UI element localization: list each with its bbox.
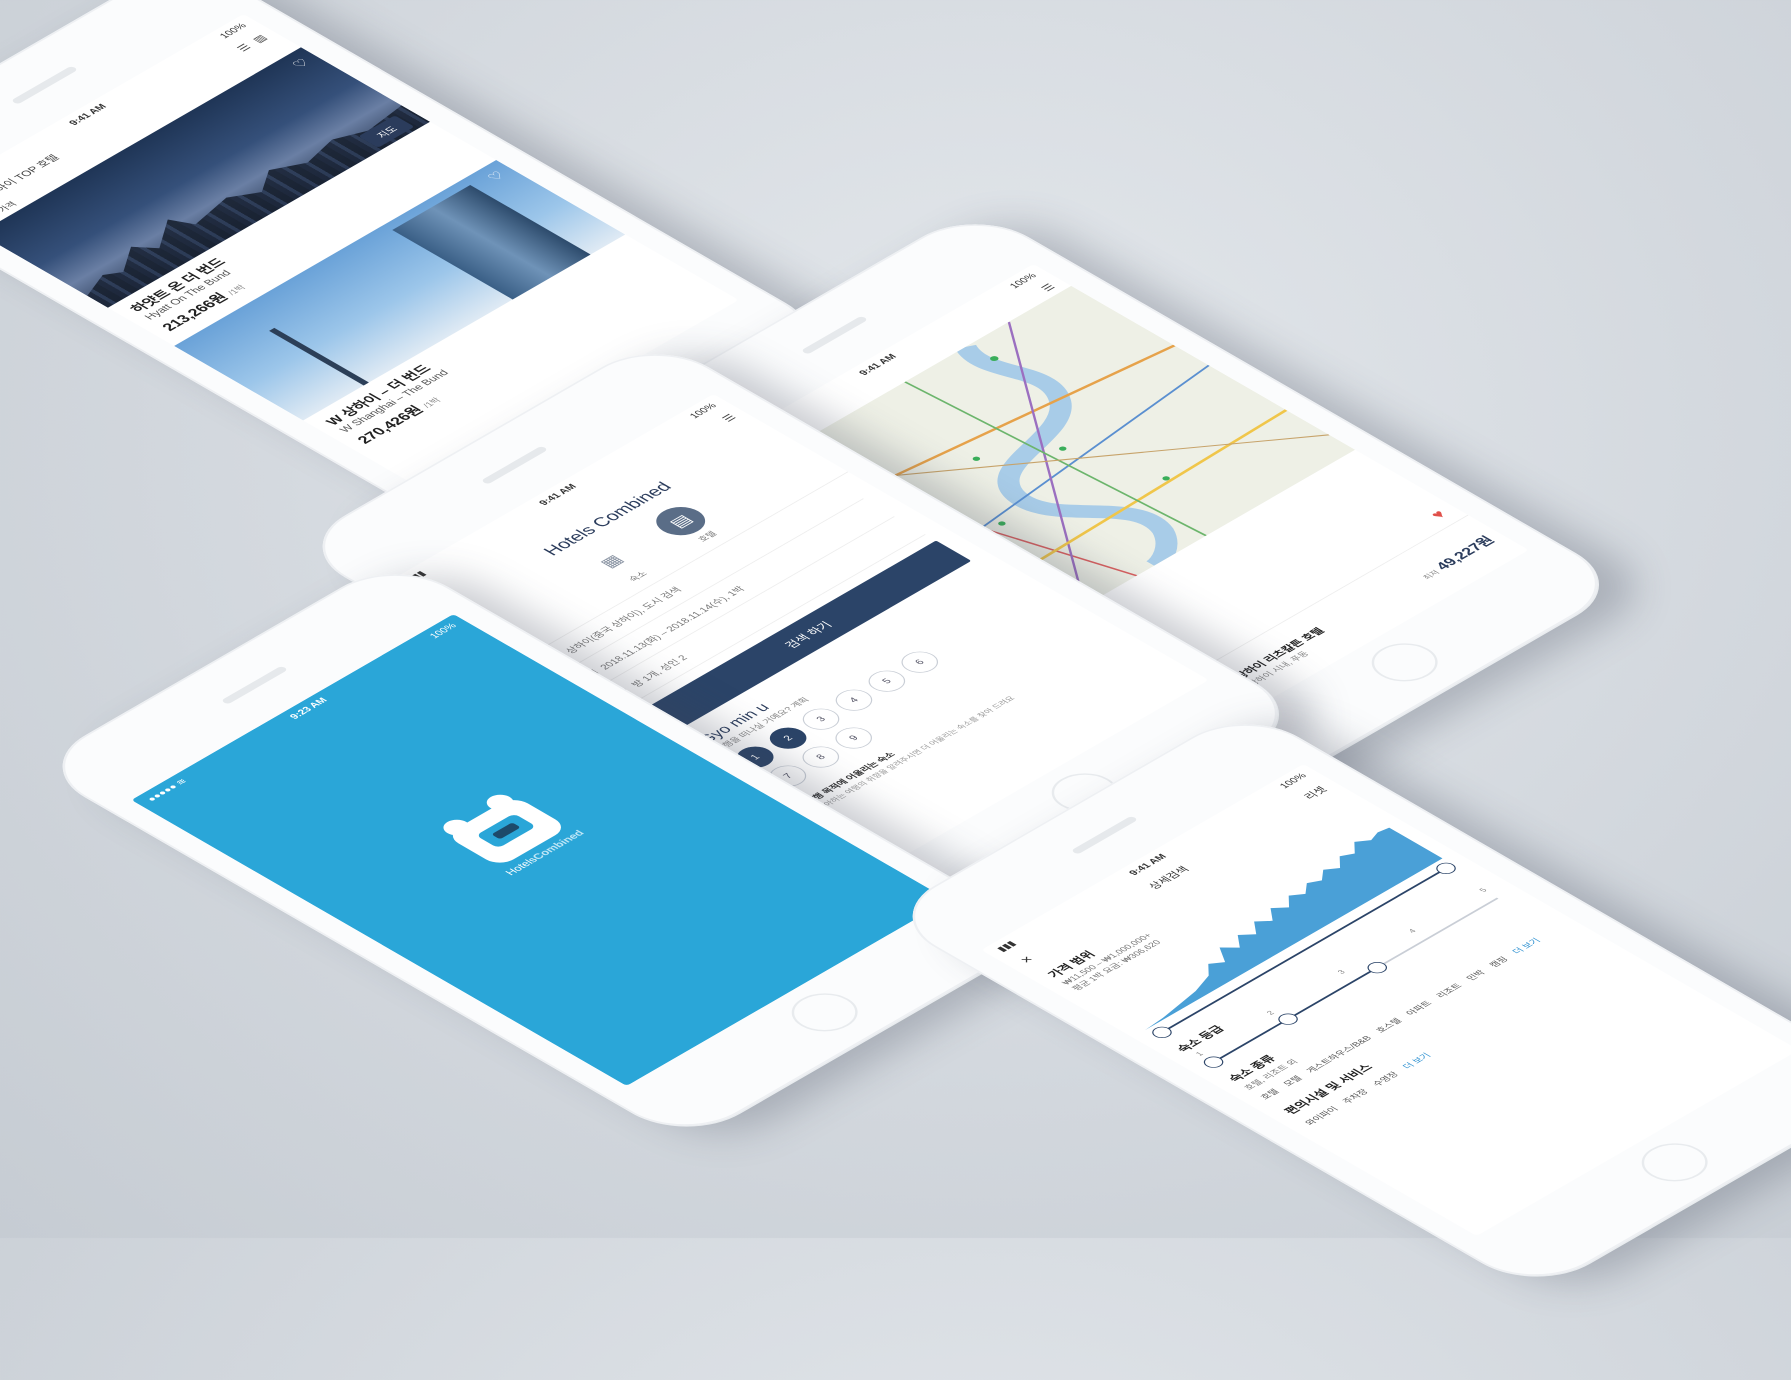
app-logo: HotelsCombined <box>443 794 587 877</box>
phone-filter: ▮▮▮ 9:41 AM 100% ✕ 상세검색 리셋 가격 범위 ₩11,500… <box>881 620 1791 1380</box>
carrier-indicator: ●●●●● ≋ <box>144 777 190 804</box>
phone-splash: ●●●●● ≋ 9:23 AM 100% HotelsCombined <box>31 470 1049 1230</box>
hotel-price: 최저 49,227원 <box>1420 533 1499 581</box>
step-number[interactable]: 6 <box>893 647 946 678</box>
amenity-chip[interactable]: 수영장 <box>1369 1069 1402 1088</box>
favorite-icon[interactable]: ♡ <box>288 56 313 71</box>
status-time: 9:23 AM <box>287 696 330 721</box>
status-bar: ●●●●● ≋ 9:23 AM 100% <box>131 614 472 811</box>
filter-icon[interactable]: ☰ <box>234 42 254 53</box>
bear-logo-icon <box>445 795 570 868</box>
type-chip[interactable]: 모텔 <box>1280 1073 1306 1088</box>
speaker <box>220 665 289 705</box>
speaker <box>10 65 79 105</box>
mockup-stage: ▮▮▮ 9:41 AM 100% ← ⌕ 상하이 TOP 호텔 ☰ ▥ 추천 가… <box>0 0 1791 1294</box>
home-button[interactable] <box>1628 1135 1722 1190</box>
map-view-icon[interactable]: ▥ <box>249 33 269 44</box>
step-number[interactable]: 2 <box>762 723 815 754</box>
speaker <box>1070 815 1139 855</box>
type-chip[interactable]: 캠핑 <box>1486 954 1512 969</box>
battery-indicator: 100% <box>427 621 459 640</box>
step-number[interactable]: 3 <box>795 704 847 735</box>
tower-shape <box>269 327 369 386</box>
type-chip[interactable]: 호텔 <box>1257 1087 1283 1102</box>
heart-icon[interactable]: ♥ <box>1428 508 1452 522</box>
close-icon[interactable]: ✕ <box>1017 954 1036 966</box>
home-button[interactable] <box>778 985 872 1040</box>
favorite-icon[interactable]: ♡ <box>484 169 509 184</box>
list-view-icon[interactable]: ☰ <box>1039 282 1058 293</box>
step-number[interactable]: 5 <box>860 666 913 697</box>
menu-icon[interactable]: ☰ <box>719 412 739 424</box>
type-chip[interactable]: 민박 <box>1463 968 1489 983</box>
step-number[interactable]: 4 <box>828 685 880 716</box>
amenity-chip[interactable]: 주차장 <box>1339 1087 1372 1106</box>
